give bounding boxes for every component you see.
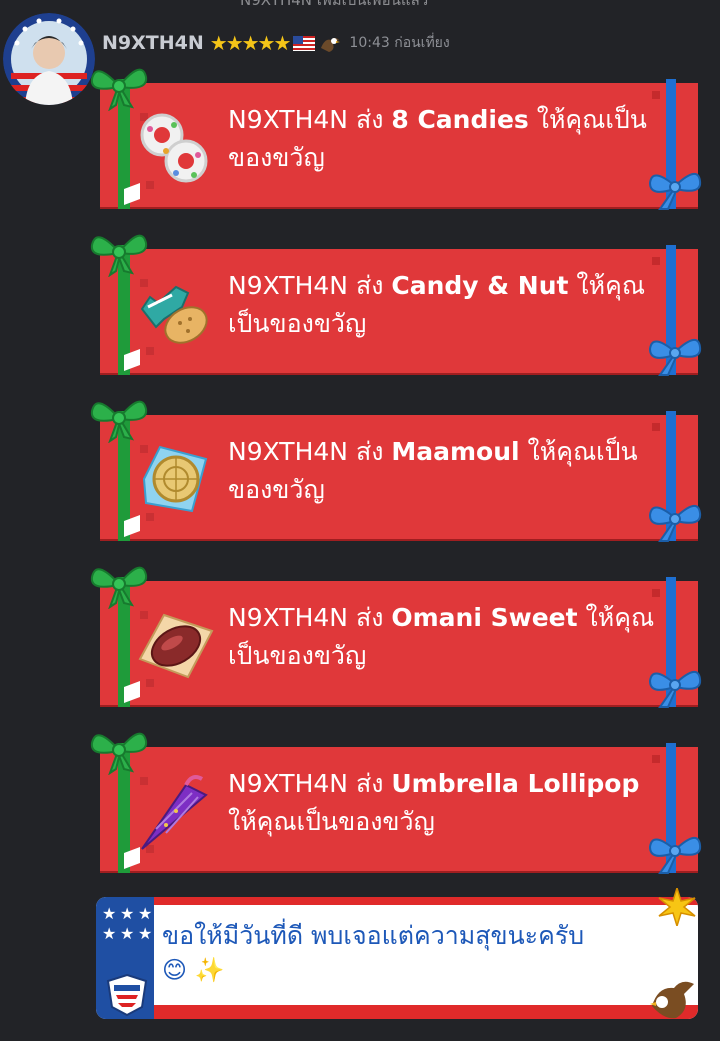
svg-text:★: ★ [138,904,152,923]
gift-text: N9XTH4N ส่ง Omani Sweet ให้คุณเป็นของขวั… [228,599,670,675]
decor-square [652,755,660,763]
svg-text:★: ★ [138,924,152,943]
gift-verb: ส่ง [355,437,384,466]
gift-sender: N9XTH4N [228,271,348,300]
gift-text: N9XTH4N ส่ง 8 Candies ให้คุณเป็นของขวัญ [228,101,670,177]
svg-text:★: ★ [102,924,116,943]
gift-verb: ส่ง [355,769,384,798]
gift-sender: N9XTH4N [228,105,348,134]
green-bow-icon [90,732,148,775]
us-flag-icon [293,35,316,51]
gift-verb: ส่ง [355,603,384,632]
avatar[interactable] [3,13,95,105]
decor-square [652,91,660,99]
green-bow-icon [90,566,148,609]
gift-item-name: 8 Candies [391,105,529,134]
star-rating: ★★★★★ [209,31,292,55]
green-bow-icon [90,234,148,277]
gift-item-name: Candy & Nut [391,271,569,300]
gift-card-1[interactable]: N9XTH4N ส่ง 8 Candies ให้คุณเป็นของขวัญ [90,68,702,210]
gift-card-5[interactable]: N9XTH4N ส่ง Umbrella Lollipop ให้คุณเป็น… [90,732,702,874]
gift-item-name: Omani Sweet [391,603,578,632]
stars-decoration: ★ ★ ★ ★ ★ ★ [102,904,152,943]
message-header: N9XTH4N ★★★★★ 10:43 ก่อนเที่ยง [102,28,450,58]
candy-nut-icon [136,273,216,353]
omani-sweet-icon [136,605,216,685]
gift-text: N9XTH4N ส่ง Maamoul ให้คุณเป็นของขวัญ [228,433,670,509]
eagle-icon [650,981,694,1019]
gift-sender: N9XTH4N [228,437,348,466]
red-stripe-top [154,897,698,905]
message-body: ขอให้มีวันที่ดี พบเจอแต่ความสุขนะครับ [162,921,585,950]
red-stripe-bottom [154,1005,698,1019]
svg-text:★: ★ [120,924,134,943]
green-bow-icon [90,68,148,111]
decor-square [652,423,660,431]
green-bow-icon [90,400,148,443]
gift-verb: ส่ง [355,271,384,300]
chat-message-bubble[interactable]: ★ ★ ★ ★ ★ ★ ขอให้มีวันที่ดี พบเจอแต่ความสุขน… [96,897,698,1019]
timestamp: 10:43 ก่อนเที่ยง [349,35,450,51]
eagle-icon [321,38,341,52]
svg-text:★: ★ [102,904,116,923]
username[interactable]: N9XTH4N [102,32,204,54]
shield-icon [106,973,148,1017]
smile-sparkle-emoji: 😊 ✨ [162,956,225,984]
gift-card-2[interactable]: N9XTH4N ส่ง Candy & Nut ให้คุณเป็นของขวั… [90,234,702,376]
svg-text:★: ★ [120,904,134,923]
decor-square [652,257,660,265]
gift-text: N9XTH4N ส่ง Umbrella Lollipop ให้คุณเป็น… [228,765,670,841]
gift-suffix: ให้คุณเป็นของขวัญ [228,807,435,836]
starburst-icon [658,888,696,926]
chat-message-text: ขอให้มีวันที่ดี พบเจอแต่ความสุขนะครับ 😊 … [162,919,662,987]
gift-item-name: Maamoul [391,437,520,466]
gift-card-3[interactable]: N9XTH4N ส่ง Maamoul ให้คุณเป็นของขวัญ [90,400,702,542]
umbrella-lollipop-icon [136,771,216,851]
previous-system-message: N9XTH4N เพิ่มเป็นเพื่อนแล้ว [240,0,500,8]
gift-item-name: Umbrella Lollipop [391,769,640,798]
decor-square [652,589,660,597]
candies-icon [136,107,216,187]
gift-sender: N9XTH4N [228,769,348,798]
maamoul-icon [136,439,216,519]
gift-text: N9XTH4N ส่ง Candy & Nut ให้คุณเป็นของขวั… [228,267,670,343]
gift-verb: ส่ง [355,105,384,134]
gift-sender: N9XTH4N [228,603,348,632]
gift-card-4[interactable]: N9XTH4N ส่ง Omani Sweet ให้คุณเป็นของขวั… [90,566,702,708]
